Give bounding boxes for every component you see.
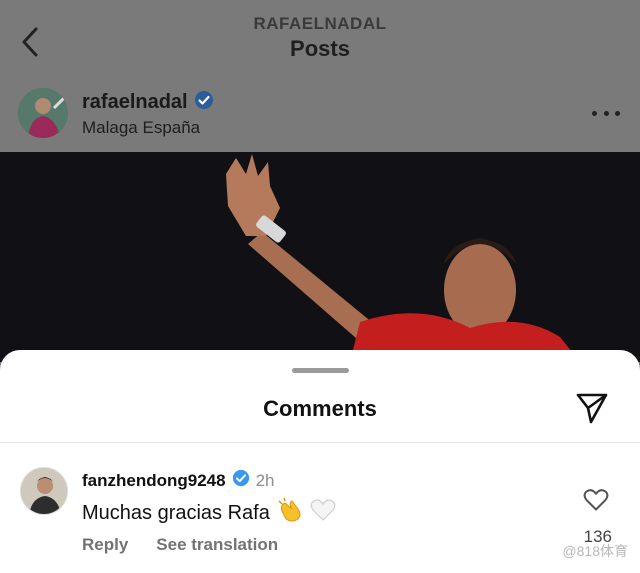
author-username[interactable]: rafaelnadal <box>82 91 188 114</box>
page-title-text: Posts <box>290 36 350 61</box>
send-icon <box>576 393 608 424</box>
like-button[interactable] <box>582 487 610 513</box>
author-avatar[interactable] <box>18 88 68 138</box>
watermark: @818体育 <box>562 543 628 559</box>
top-navigation-bar: RAFAELNADAL Posts <box>0 0 640 76</box>
verified-badge-icon <box>232 469 250 492</box>
commenter-avatar[interactable] <box>20 467 68 515</box>
comments-title: Comments <box>263 396 377 421</box>
more-horizontal-icon <box>592 110 597 116</box>
post-image <box>0 152 640 362</box>
commenter-avatar-image <box>21 468 67 514</box>
clapping-hands-icon <box>276 497 304 529</box>
page-title: RAFAELNADAL Posts <box>0 14 640 62</box>
comment-body: Muchas gracias Rafa <box>82 497 336 529</box>
author-avatar-image <box>18 88 68 138</box>
comment-text: Muchas gracias Rafa <box>82 501 270 524</box>
see-translation-link[interactable]: See translation <box>156 535 278 555</box>
player-waving-photo <box>0 152 640 362</box>
sheet-drag-handle[interactable] <box>292 368 349 373</box>
reply-link[interactable]: Reply <box>82 535 128 555</box>
heart-outline-icon <box>583 489 609 511</box>
comment-item: fanzhendong9248 2h Muchas gracias Rafa R… <box>0 443 640 573</box>
more-options-button[interactable] <box>592 106 620 120</box>
account-handle: RAFAELNADAL <box>253 14 387 33</box>
white-heart-icon <box>310 498 336 528</box>
comment-timestamp: 2h <box>255 470 275 490</box>
post-author-row: rafaelnadal Malaga España <box>0 76 640 152</box>
verified-badge-icon <box>194 90 214 115</box>
comments-sheet: Comments fanzhendong9248 2h Muchas graci… <box>0 350 640 573</box>
share-button[interactable] <box>574 390 610 426</box>
post-location[interactable]: Malaga España <box>82 118 200 138</box>
commenter-username[interactable]: fanzhendong9248 <box>82 471 226 491</box>
